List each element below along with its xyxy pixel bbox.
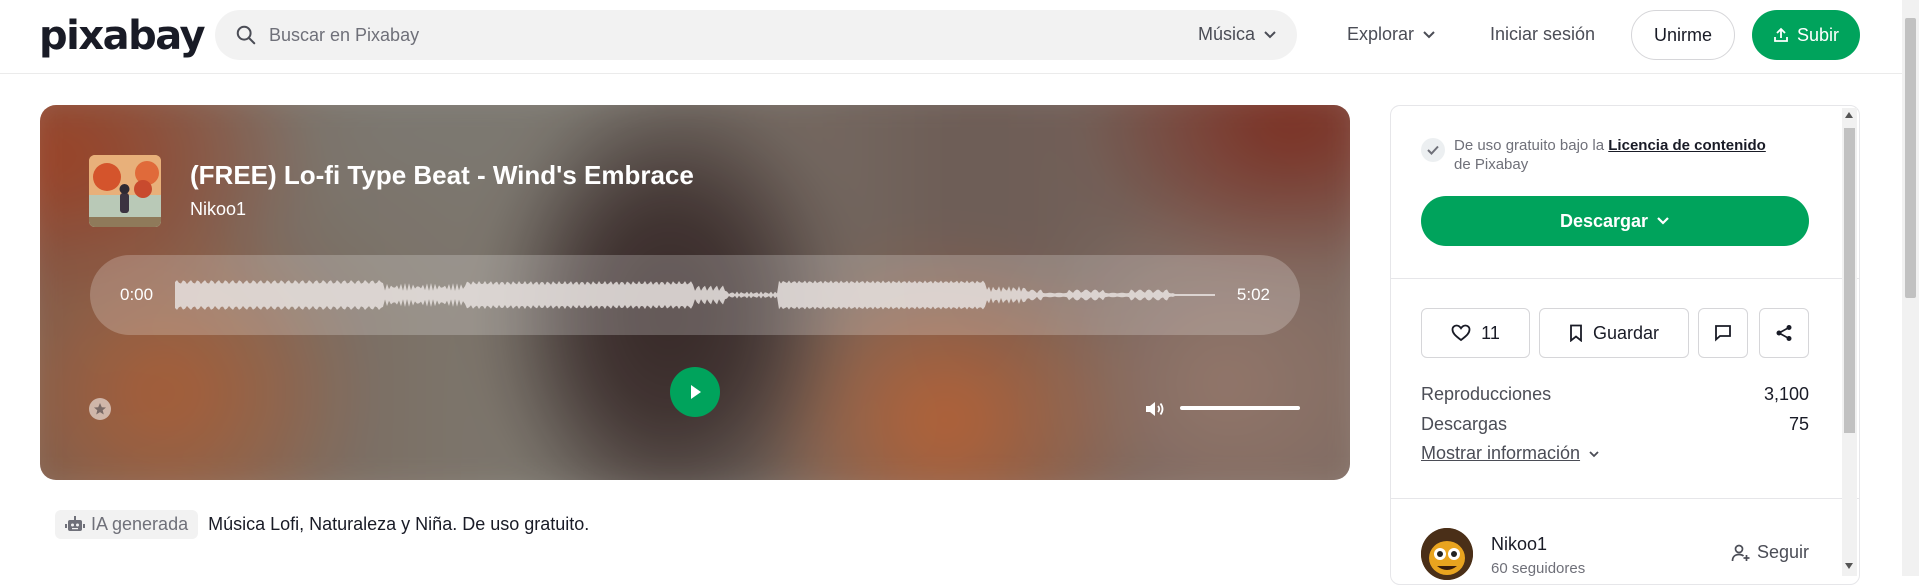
show-more-info-link[interactable]: Mostrar información	[1421, 443, 1600, 464]
ai-generated-badge: IA generada	[55, 510, 199, 539]
stat-value: 3,100	[1763, 384, 1809, 404]
license-link[interactable]: Licencia de contenido	[1608, 137, 1766, 154]
follow-label: Seguir	[1756, 542, 1809, 562]
volume-icon[interactable]	[1143, 398, 1165, 420]
top-header: pixabay Música Explorar Iniciar sesión U…	[0, 0, 1919, 74]
save-label: Guardar	[1592, 322, 1660, 343]
play-button[interactable]	[670, 367, 720, 417]
share-button[interactable]	[1759, 308, 1809, 358]
scroll-down-arrow[interactable]	[1845, 563, 1853, 569]
license-suffix: de Pixabay	[1454, 156, 1529, 173]
waveform-shape	[175, 280, 1215, 310]
more-info-label: Mostrar información	[1421, 443, 1581, 463]
star-icon	[94, 403, 106, 415]
explore-menu[interactable]: Explorar	[1347, 24, 1436, 45]
author-name[interactable]: Nikoo1	[1491, 534, 1547, 555]
page-scrollbar[interactable]	[1902, 0, 1919, 576]
upload-label: Subir	[1796, 24, 1840, 45]
pixabay-logo[interactable]: pixabay	[39, 14, 206, 58]
chevron-down-icon	[1657, 217, 1669, 225]
join-button[interactable]: Unirme	[1631, 10, 1735, 60]
search-bar: Música	[215, 10, 1297, 60]
check-icon	[1421, 138, 1445, 162]
stat-label: Descargas	[1421, 414, 1508, 434]
divider	[1391, 498, 1859, 499]
search-scope-label: Música	[1197, 24, 1255, 44]
track-cover-image	[89, 155, 161, 227]
scroll-up-arrow[interactable]	[1845, 112, 1853, 118]
explore-label: Explorar	[1347, 24, 1415, 44]
user-plus-icon	[1731, 544, 1750, 561]
heart-icon	[1451, 324, 1471, 342]
save-button[interactable]: Guardar	[1539, 308, 1689, 358]
follow-button[interactable]: Seguir	[1731, 542, 1809, 563]
author-followers: 60 seguidores	[1491, 560, 1586, 577]
license-prefix: De uso gratuito bajo la	[1454, 137, 1609, 154]
track-title: (FREE) Lo-fi Type Beat - Wind's Embrace	[190, 160, 694, 190]
sidebar-scrollbar[interactable]	[1842, 108, 1857, 576]
scrollbar-thumb[interactable]	[1905, 18, 1916, 298]
comment-icon	[1715, 325, 1731, 342]
divider	[1391, 278, 1859, 279]
search-icon[interactable]	[235, 24, 257, 46]
avatar[interactable]	[1421, 528, 1473, 580]
search-scope-dropdown[interactable]: Música	[1198, 24, 1277, 45]
upload-icon	[1774, 27, 1788, 42]
download-label: Descargar	[1559, 210, 1649, 231]
like-button[interactable]: 11	[1421, 308, 1530, 358]
search-input[interactable]	[269, 19, 1069, 51]
audio-player: (FREE) Lo-fi Type Beat - Wind's Embrace …	[40, 105, 1350, 480]
ai-badge-label: IA generada	[91, 514, 189, 534]
chevron-down-icon	[1264, 30, 1276, 38]
scrollbar-thumb[interactable]	[1844, 128, 1855, 433]
login-link[interactable]: Iniciar sesión	[1490, 24, 1595, 45]
stat-label: Reproducciones	[1421, 384, 1552, 404]
license-info: De uso gratuito bajo la Licencia de cont…	[1421, 136, 1821, 174]
waveform-seek[interactable]	[175, 270, 1215, 320]
volume-slider[interactable]	[1180, 406, 1300, 410]
download-button[interactable]: Descargar	[1421, 196, 1809, 246]
bookmark-icon	[1570, 324, 1582, 342]
likes-count: 11	[1481, 322, 1500, 343]
download-sidebar: De uso gratuito bajo la Licencia de cont…	[1390, 105, 1860, 585]
track-description: IA generada Música Lofi, Naturaleza y Ni…	[55, 510, 589, 539]
robot-icon	[65, 515, 85, 531]
waveform-bar: 0:00 5:02	[90, 255, 1300, 335]
author-card: Nikoo1 60 seguidores Seguir	[1421, 528, 1809, 580]
stat-plays: Reproducciones 3,100	[1421, 384, 1809, 405]
current-time: 0:00	[120, 285, 154, 304]
stat-downloads: Descargas 75	[1421, 414, 1809, 435]
chevron-down-icon	[1423, 30, 1435, 38]
total-time: 5:02	[1236, 285, 1270, 304]
track-artist-link[interactable]: Nikoo1	[190, 199, 246, 220]
description-text: Música Lofi, Naturaleza y Niña. De uso g…	[208, 514, 590, 534]
chevron-down-icon	[1589, 450, 1599, 457]
comment-button[interactable]	[1698, 308, 1748, 358]
play-icon	[691, 385, 701, 399]
cover-art	[89, 155, 161, 227]
favorite-star-button[interactable]	[89, 398, 111, 420]
stat-value: 75	[1788, 414, 1809, 434]
share-icon	[1776, 325, 1792, 341]
upload-button[interactable]: Subir	[1752, 10, 1860, 60]
